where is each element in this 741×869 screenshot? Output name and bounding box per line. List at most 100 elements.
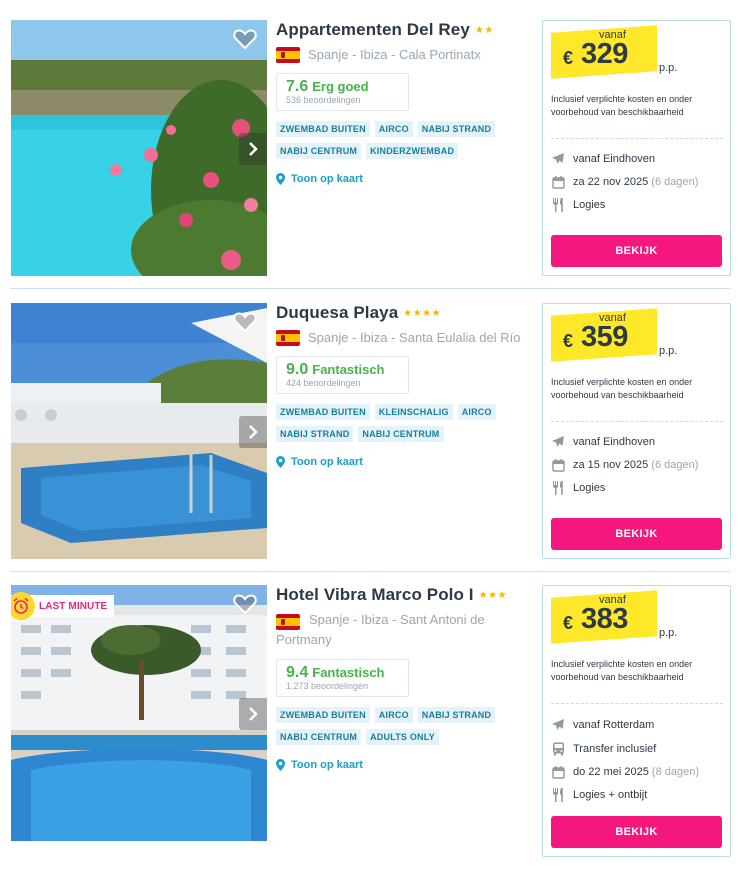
price-tag: vanaf € 359 p.p. (551, 308, 677, 362)
hotel-photo[interactable]: LAST MINUTE (11, 585, 267, 841)
show-on-map-link[interactable]: Toon op kaart (276, 759, 532, 771)
last-minute-label: LAST MINUTE (39, 600, 108, 612)
view-deal-button[interactable]: BEKIJK (551, 235, 722, 267)
review-rating[interactable]: 7.6 Erg goed 536 beoordelingen (276, 73, 409, 111)
star-rating: ★★★★ (403, 307, 442, 319)
travel-duration: (6 dagen) (651, 176, 699, 188)
plane-icon (551, 435, 565, 449)
hotel-name[interactable]: Duquesa Playa (276, 303, 398, 323)
review-rating[interactable]: 9.4 Fantastisch 1.273 beoordelingen (276, 659, 409, 697)
photo-next-button[interactable] (239, 698, 267, 730)
rating-count: 424 beoordelingen (286, 378, 361, 388)
price-disclaimer: Inclusief verplichte kosten en onder voo… (551, 659, 693, 682)
currency-symbol: € (563, 331, 574, 351)
departure-airport: vanaf Eindhoven (573, 153, 655, 165)
facility-tag: NABIJ STRAND (417, 121, 496, 137)
rating-score: 9.4 (286, 664, 309, 681)
hotel-photo-image (11, 303, 267, 559)
facility-tag: ADULTS ONLY (366, 729, 439, 745)
show-on-map-label: Toon op kaart (291, 173, 363, 185)
facility-tag: NABIJ CENTRUM (276, 729, 362, 745)
facility-tag: NABIJ STRAND (276, 426, 354, 442)
facility-tag: ZWEMBAD BUITEN (276, 404, 370, 420)
chevron-right-icon (249, 707, 258, 721)
hotel-photo[interactable] (11, 303, 267, 559)
hotel-photo-image (11, 585, 267, 841)
transfer-detail: Transfer inclusief (551, 742, 656, 756)
show-on-map-link[interactable]: Toon op kaart (276, 173, 532, 185)
date-detail: za 15 nov 2025 (6 dagen) (551, 458, 698, 472)
star-rating: ★★ (474, 24, 494, 36)
hotel-card: Duquesa Playa ★★★★ Spanje - Ibiza - Sant… (0, 283, 741, 566)
fork-knife-icon (551, 198, 565, 212)
view-deal-button[interactable]: BEKIJK (551, 518, 722, 550)
facility-tag: NABIJ CENTRUM (358, 426, 444, 442)
chevron-right-icon (249, 425, 258, 439)
departure-detail: vanaf Rotterdam (551, 718, 654, 732)
per-person-label: p.p. (659, 62, 678, 74)
facility-tag: KINDERZWEMBAD (366, 143, 459, 159)
photo-next-button[interactable] (239, 133, 267, 165)
photo-next-button[interactable] (239, 416, 267, 448)
hotel-name[interactable]: Appartementen Del Rey (276, 20, 470, 40)
rating-score: 7.6 (286, 78, 309, 95)
show-on-map-label: Toon op kaart (291, 759, 363, 771)
facility-tags: ZWEMBAD BUITEN KLEINSCHALIG AIRCO NABIJ … (276, 404, 526, 442)
price-box: vanaf € 359 p.p. Inclusief verplichte ko… (542, 303, 731, 559)
price-box: vanaf € 329 p.p. Inclusief verplichte ko… (542, 20, 731, 276)
travel-date: za 15 nov 2025 (573, 459, 649, 471)
hotel-card: Appartementen Del Rey ★★ Spanje - Ibiza … (0, 0, 741, 283)
bus-icon (551, 742, 565, 756)
map-pin-icon (276, 173, 285, 185)
map-pin-icon (276, 759, 285, 771)
fork-knife-icon (551, 788, 565, 802)
departure-detail: vanaf Eindhoven (551, 152, 655, 166)
facility-tags: ZWEMBAD BUITEN AIRCO NABIJ STRAND NABIJ … (276, 707, 526, 745)
price-disclaimer: Inclusief verplichte kosten en onder voo… (551, 377, 693, 400)
view-deal-button[interactable]: BEKIJK (551, 816, 722, 848)
hotel-photo[interactable] (11, 20, 267, 276)
currency-symbol: € (563, 613, 574, 633)
travel-duration: (8 dagen) (651, 766, 699, 778)
departure-airport: vanaf Rotterdam (573, 719, 655, 731)
favorite-heart-icon[interactable] (233, 593, 257, 615)
facility-tag: ZWEMBAD BUITEN (276, 121, 370, 137)
travel-date: do 22 mei 2025 (573, 766, 649, 778)
spain-flag-icon (276, 614, 300, 630)
facility-tags: ZWEMBAD BUITEN AIRCO NABIJ STRAND NABIJ … (276, 121, 526, 159)
transfer-info: Transfer inclusief (573, 743, 657, 755)
rating-count: 536 beoordelingen (286, 95, 361, 105)
price-amount: 359 (581, 321, 628, 353)
price-amount: 383 (581, 603, 628, 635)
last-minute-badge: LAST MINUTE (11, 592, 115, 620)
calendar-icon (551, 175, 565, 189)
price-box: vanaf € 383 p.p. Inclusief verplichte ko… (542, 585, 731, 857)
rating-label: Fantastisch (312, 362, 385, 377)
facility-tag: AIRCO (374, 707, 413, 723)
alarm-clock-icon (11, 592, 35, 620)
hotel-location: Spanje - Ibiza - Sant Antoni de Portmany (276, 612, 485, 647)
hotel-info: Duquesa Playa ★★★★ Spanje - Ibiza - Sant… (276, 303, 532, 468)
board-detail: Logies + ontbijt (551, 788, 647, 802)
plane-icon (551, 718, 565, 732)
favorite-heart-icon[interactable] (233, 311, 257, 333)
board-type: Logies + ontbijt (573, 789, 648, 801)
fork-knife-icon (551, 481, 565, 495)
star-rating: ★★★ (478, 589, 508, 601)
calendar-icon (551, 765, 565, 779)
currency-symbol: € (563, 48, 574, 68)
review-rating[interactable]: 9.0 Fantastisch 424 beoordelingen (276, 356, 409, 394)
facility-tag: KLEINSCHALIG (374, 404, 453, 420)
price-tag: vanaf € 329 p.p. (551, 25, 677, 79)
board-type: Logies (573, 482, 606, 494)
show-on-map-link[interactable]: Toon op kaart (276, 456, 532, 468)
hotel-card: LAST MINUTE Hotel Vibra Marco Polo I ★★★… (0, 565, 741, 865)
travel-date: za 22 nov 2025 (573, 176, 649, 188)
facility-tag: AIRCO (374, 121, 413, 137)
departure-airport: vanaf Eindhoven (573, 436, 655, 448)
hotel-name[interactable]: Hotel Vibra Marco Polo I (276, 585, 474, 605)
facility-tag: ZWEMBAD BUITEN (276, 707, 370, 723)
per-person-label: p.p. (659, 345, 678, 357)
hotel-location: Spanje - Ibiza - Santa Eulalia del Río (308, 330, 521, 345)
favorite-heart-icon[interactable] (233, 28, 257, 50)
